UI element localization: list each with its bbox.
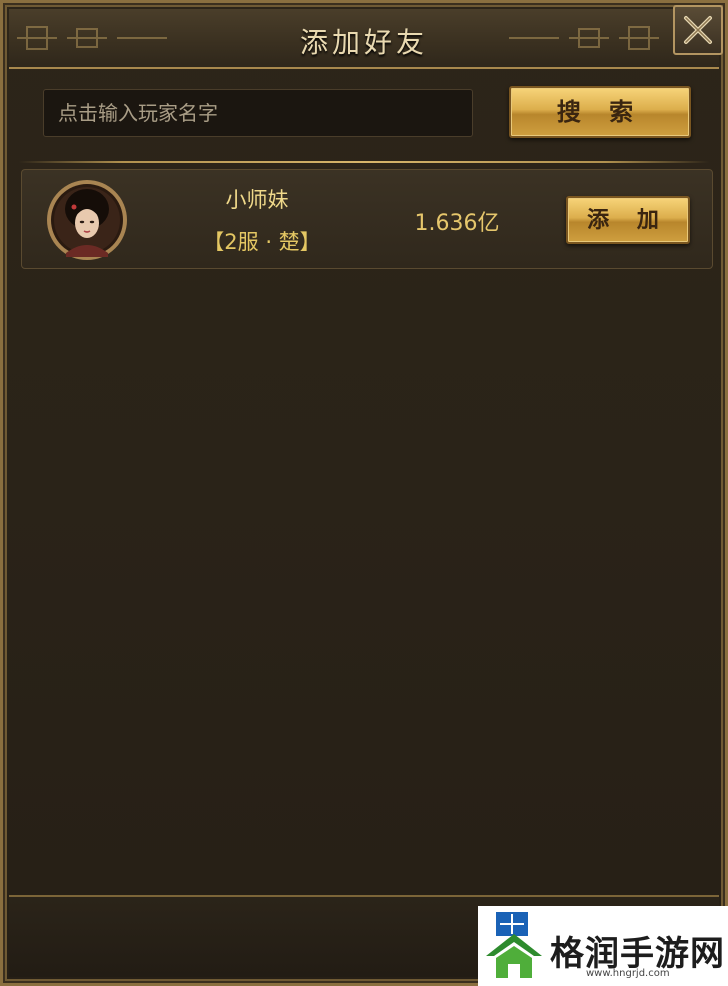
watermark-logo-icon [486, 912, 542, 978]
dialog-header: 添加好友 [9, 9, 719, 69]
player-server: 【2服 · 楚】 [203, 230, 321, 254]
ornament-right-icon [509, 26, 659, 50]
watermark-url: www.hngrjd.com [586, 968, 670, 979]
search-button[interactable]: 搜 索 [509, 86, 691, 138]
female-portrait-avatar [47, 180, 127, 260]
close-x-icon [684, 16, 712, 44]
close-button[interactable] [673, 5, 723, 55]
add-friend-dialog: 添加好友 搜 索 [0, 0, 728, 986]
player-name: 小师妹 [225, 188, 289, 212]
add-friend-button[interactable]: 添 加 [566, 196, 690, 244]
section-divider [19, 161, 709, 163]
search-result-row: 小师妹 【2服 · 楚】 1.636亿 添 加 [21, 169, 713, 269]
player-power: 1.636亿 [414, 211, 500, 236]
player-name-search-input[interactable] [43, 89, 473, 137]
site-watermark: 格润手游网 www.hngrjd.com [478, 906, 728, 986]
